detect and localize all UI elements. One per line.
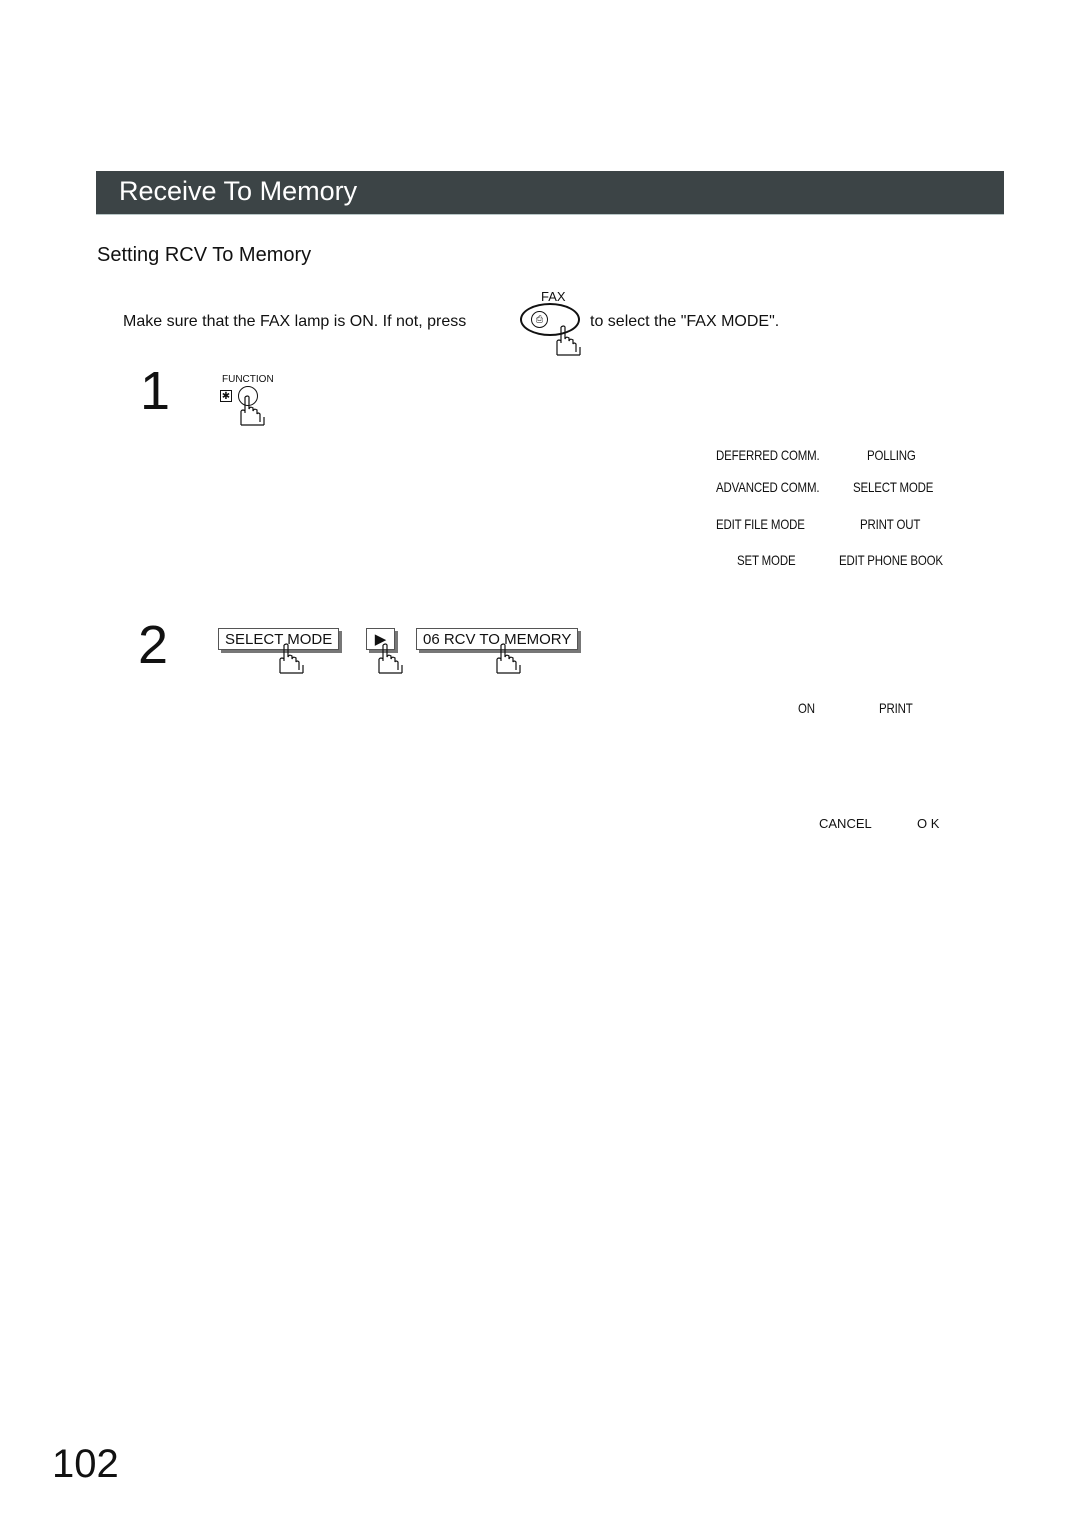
fax-key-label: FAX — [541, 289, 566, 304]
subsection-title: Setting RCV To Memory — [97, 244, 312, 266]
pointing-hand-icon — [378, 643, 403, 674]
asterisk-icon: ✱ — [220, 390, 232, 402]
display-option-on: ON — [798, 700, 815, 716]
section-header-bar: Receive To Memory — [96, 171, 1004, 215]
function-key-label: FUNCTION — [222, 374, 274, 385]
page-number: 102 — [52, 1442, 119, 1486]
step-1-number: 1 — [140, 361, 171, 421]
cancel-option: CANCEL — [819, 816, 872, 831]
display-option-edit-phone-book: EDIT PHONE BOOK — [839, 552, 943, 568]
display-option-edit-file-mode: EDIT FILE MODE — [716, 516, 805, 532]
ok-option: O K — [917, 816, 940, 831]
display-option-select-mode: SELECT MODE — [853, 479, 934, 495]
display-option-deferred-comm: DEFERRED COMM. — [716, 447, 820, 463]
instruction-text-after: to select the "FAX MODE". — [590, 313, 780, 330]
display-option-advanced-comm: ADVANCED COMM. — [716, 479, 820, 495]
pointing-hand-icon — [240, 395, 265, 426]
pointing-hand-icon — [496, 643, 521, 674]
pointing-hand-icon — [279, 643, 304, 674]
instruction-text-before: Make sure that the FAX lamp is ON. If no… — [123, 313, 467, 330]
display-option-print-out: PRINT OUT — [860, 516, 921, 532]
fax-mode-key-icon: ⎙ — [531, 311, 548, 328]
display-option-print: PRINT — [879, 700, 913, 716]
display-option-polling: POLLING — [867, 447, 916, 463]
section-header-title: Receive To Memory — [119, 176, 358, 206]
pointing-hand-icon — [556, 325, 581, 356]
step-2-number: 2 — [138, 615, 169, 675]
display-option-set-mode: SET MODE — [737, 552, 796, 568]
